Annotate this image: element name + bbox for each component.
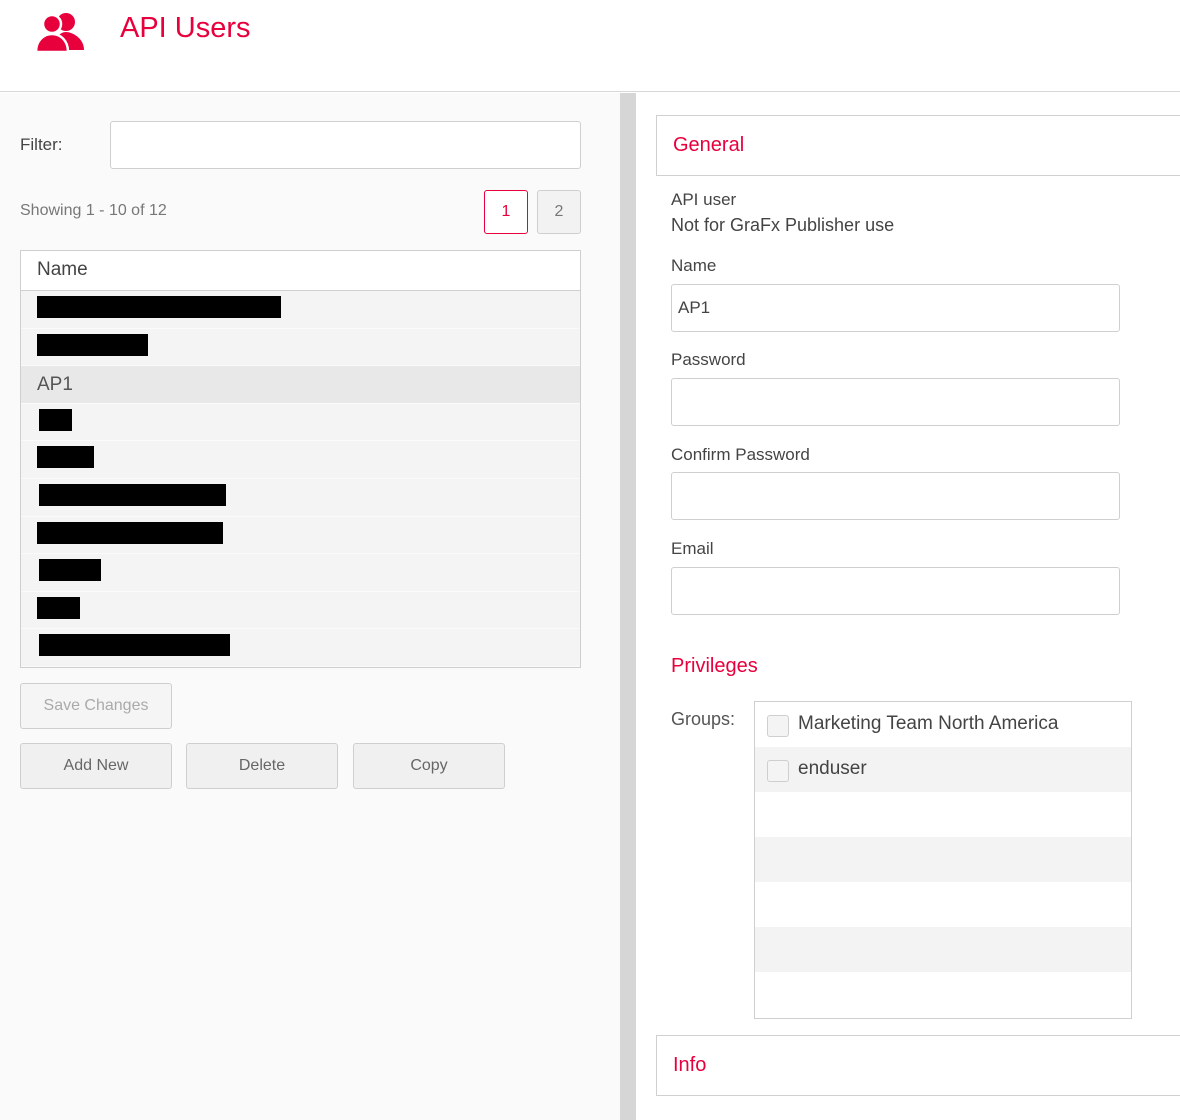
redacted-block <box>39 634 230 657</box>
groups-list: Marketing Team North America enduser <box>754 701 1132 1019</box>
email-field[interactable] <box>671 567 1120 615</box>
table-row[interactable] <box>21 478 580 517</box>
user-type-label: API user <box>671 190 737 209</box>
table-row[interactable] <box>21 629 580 667</box>
app-header: API Users <box>0 0 1180 92</box>
table-row[interactable]: AP1 <box>21 366 580 404</box>
redacted-block <box>39 483 226 506</box>
page-2-button[interactable]: 2 <box>537 190 581 234</box>
user-type-note: Not for GraFx Publisher use <box>671 215 895 235</box>
group-item[interactable]: enduser <box>755 747 1131 792</box>
table-row[interactable] <box>21 328 580 367</box>
groups-label: Groups: <box>671 709 736 729</box>
password-field[interactable] <box>671 378 1120 426</box>
empty-row <box>755 927 1131 972</box>
table-row[interactable] <box>21 291 580 329</box>
redacted-block <box>37 446 94 469</box>
page-1-button[interactable]: 1 <box>484 190 528 234</box>
confirm-password-label: Confirm Password <box>671 445 810 464</box>
add-new-button[interactable]: Add New <box>20 743 172 789</box>
redacted-block <box>37 596 80 619</box>
panel-splitter[interactable] <box>620 93 636 1120</box>
user-details-panel: General API user Not for GraFx Publisher… <box>636 93 1180 1120</box>
redacted-block <box>39 559 101 582</box>
general-section-header[interactable]: General <box>656 115 1180 176</box>
table-row[interactable] <box>21 403 580 442</box>
group-item[interactable]: Marketing Team North America <box>755 702 1131 747</box>
users-list-panel: Filter: Showing 1 - 10 of 12 1 2 Name AP… <box>0 93 620 1120</box>
empty-row <box>755 837 1131 882</box>
redacted-block <box>37 521 223 544</box>
password-label: Password <box>671 350 746 369</box>
group-label: Marketing Team North America <box>798 713 1059 734</box>
name-column-header[interactable]: Name <box>21 251 580 291</box>
redacted-block <box>39 408 72 431</box>
name-field[interactable] <box>671 284 1120 332</box>
name-label: Name <box>671 256 717 275</box>
page-title: API Users <box>120 12 251 44</box>
copy-button[interactable]: Copy <box>353 743 505 789</box>
redacted-block <box>37 296 281 318</box>
confirm-password-field[interactable] <box>671 472 1120 520</box>
group-checkbox[interactable] <box>767 715 789 737</box>
filter-input[interactable] <box>110 121 581 169</box>
group-checkbox[interactable] <box>767 760 789 782</box>
redacted-block <box>37 333 148 356</box>
delete-button[interactable]: Delete <box>186 743 338 789</box>
filter-label: Filter: <box>20 135 63 154</box>
empty-row <box>755 882 1131 927</box>
table-row[interactable] <box>21 591 580 630</box>
users-table: Name AP1 <box>20 250 581 668</box>
info-section-header[interactable]: Info <box>656 1035 1180 1096</box>
showing-count: Showing 1 - 10 of 12 <box>20 202 167 219</box>
email-label: Email <box>671 539 714 558</box>
save-changes-button[interactable]: Save Changes <box>20 683 172 729</box>
table-row[interactable] <box>21 516 580 555</box>
table-row[interactable] <box>21 441 580 479</box>
empty-row <box>755 792 1131 837</box>
privileges-title: Privileges <box>671 655 758 677</box>
users-icon <box>34 13 84 54</box>
table-row[interactable] <box>21 554 580 592</box>
group-label: enduser <box>798 758 867 779</box>
row-label: AP1 <box>37 374 73 396</box>
